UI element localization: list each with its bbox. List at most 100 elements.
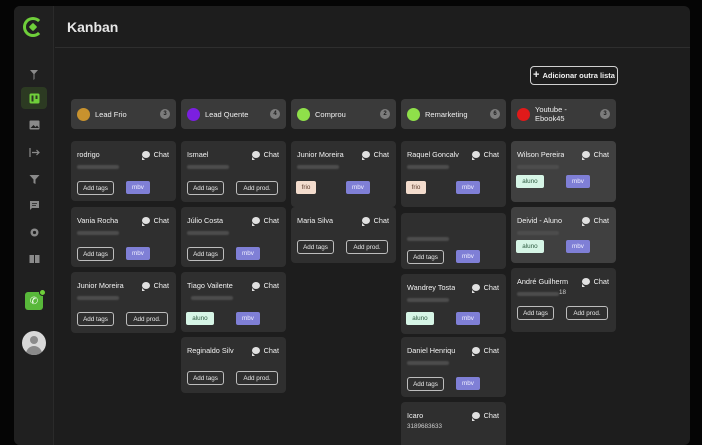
chat-button[interactable]: Chat — [581, 277, 609, 287]
tag-mbv[interactable]: mbv — [126, 247, 150, 260]
settings-icon[interactable] — [21, 221, 47, 243]
add-tags-button[interactable]: Add tags — [77, 247, 114, 261]
lead-phone-suffix: 18 — [559, 289, 567, 296]
phone-redacted — [407, 237, 449, 241]
chat-button[interactable]: Chat — [251, 281, 279, 291]
chat-button[interactable]: Chat — [471, 150, 499, 160]
lead-card[interactable]: Ismael Chat Add tags Add prod. — [181, 141, 286, 202]
image-icon[interactable] — [21, 114, 47, 136]
chat-button[interactable]: Chat — [471, 411, 499, 421]
chat-button[interactable]: Chat — [471, 346, 499, 356]
phone-redacted — [407, 298, 449, 302]
funnel-user-icon[interactable] — [21, 64, 47, 86]
add-tags-button[interactable]: Add tags — [297, 240, 334, 254]
add-tags-button[interactable]: Add tags — [187, 247, 224, 261]
chat-button[interactable]: Chat — [141, 216, 169, 226]
phone-redacted — [187, 231, 229, 235]
add-tags-button[interactable]: Add tags — [187, 181, 224, 195]
add-tags-button[interactable]: Add tags — [517, 306, 554, 320]
chat-button[interactable]: Chat — [141, 150, 169, 160]
lead-card[interactable]: rodrigo Chat Add tags mbv — [71, 141, 176, 201]
filter-icon[interactable] — [21, 168, 47, 190]
chat-icon — [251, 347, 260, 356]
add-tags-button[interactable]: Add tags — [77, 181, 114, 195]
add-list-button[interactable]: + Adicionar outra lista — [530, 66, 618, 85]
lead-card[interactable]: André Guilherm Chat 18 Add tags Add prod… — [511, 268, 616, 332]
lead-name: Maria Silva — [297, 216, 334, 225]
lead-card[interactable]: Tiago Vailente Chat aluno mbv — [181, 272, 286, 332]
logout-icon[interactable] — [21, 141, 47, 163]
lead-name: rodrigo — [77, 150, 100, 159]
lead-name: Junior Moreira — [77, 281, 124, 290]
column-header-youtube-ebook45[interactable]: Youtube - Ebook45 3 — [511, 99, 616, 129]
column-count-badge: 3 — [600, 109, 610, 119]
add-prod-button[interactable]: Add prod. — [566, 306, 608, 320]
tag-mbv[interactable]: mbv — [236, 247, 260, 260]
chat-button[interactable]: Chat — [141, 281, 169, 291]
message-icon[interactable] — [21, 194, 47, 216]
lead-card[interactable]: Junior Moreira Chat Add tags Add prod. — [71, 272, 176, 333]
lead-card[interactable]: Icaro Chat 3189683633 — [401, 402, 506, 445]
tag-mbv[interactable]: mbv — [236, 312, 260, 325]
chat-button[interactable]: Chat — [251, 346, 279, 356]
phone-redacted — [517, 231, 559, 235]
lead-card[interactable]: Júlio Costa Chat Add tags mbv — [181, 207, 286, 267]
tag-mbv[interactable]: mbv — [456, 312, 480, 325]
kanban-icon[interactable] — [21, 87, 47, 109]
lead-card[interactable]: Junior Moreira Chat frio mbv — [291, 141, 396, 207]
column-header-lead-quente[interactable]: Lead Quente 4 — [181, 99, 286, 129]
lead-card[interactable]: Reginaldo Silv Chat Add tags Add prod. — [181, 337, 286, 393]
tag-mbv[interactable]: mbv — [566, 175, 590, 188]
user-avatar[interactable] — [22, 331, 46, 355]
chat-button[interactable]: Chat — [361, 216, 389, 226]
tag-mbv[interactable]: mbv — [126, 181, 150, 194]
add-tags-button[interactable]: Add tags — [407, 250, 444, 264]
lead-card[interactable]: Add tags mbv — [401, 213, 506, 269]
tag-aluno[interactable]: aluno — [406, 312, 434, 325]
column-count-badge: 6 — [490, 109, 500, 119]
chat-button[interactable]: Chat — [581, 216, 609, 226]
column-color-dot — [407, 107, 420, 121]
chat-button[interactable]: Chat — [361, 150, 389, 160]
column-header-comprou[interactable]: Comprou 2 — [291, 99, 396, 129]
phone-redacted — [407, 361, 449, 365]
tag-mbv[interactable]: mbv — [346, 181, 370, 194]
chat-button[interactable]: Chat — [581, 150, 609, 160]
lead-card[interactable]: Wilson Pereira Chat aluno mbv — [511, 141, 616, 202]
whatsapp-icon[interactable]: ✆ — [25, 289, 46, 310]
tag-mbv[interactable]: mbv — [456, 181, 480, 194]
lead-card[interactable]: Deivid - Aluno Chat aluno mbv — [511, 207, 616, 263]
tag-aluno[interactable]: aluno — [186, 312, 214, 325]
add-prod-button[interactable]: Add prod. — [126, 312, 168, 326]
tag-aluno[interactable]: aluno — [516, 175, 544, 188]
lead-card[interactable]: Raquel Goncalv Chat frio mbv — [401, 141, 506, 207]
lead-card[interactable]: Vania Rocha Chat Add tags mbv — [71, 207, 176, 267]
app-window: ✆ Kanban + Adicionar outra lista Lead Fr… — [14, 6, 690, 445]
column-count-badge: 2 — [380, 109, 390, 119]
tag-mbv[interactable]: mbv — [566, 240, 590, 253]
tag-mbv[interactable]: mbv — [456, 377, 480, 390]
tag-mbv[interactable]: mbv — [456, 250, 480, 263]
add-tags-button[interactable]: Add tags — [407, 377, 444, 391]
tag-frio[interactable]: frio — [406, 181, 426, 194]
add-prod-button[interactable]: Add prod. — [236, 371, 278, 385]
app-logo[interactable] — [23, 17, 43, 37]
lead-card[interactable]: Wandrey Tosta Chat aluno mbv — [401, 274, 506, 334]
column-header-remarketing[interactable]: Remarketing 6 — [401, 99, 506, 129]
chat-button[interactable]: Chat — [471, 283, 499, 293]
column-header-lead-frio[interactable]: Lead Frio 3 — [71, 99, 176, 129]
add-prod-button[interactable]: Add prod. — [346, 240, 388, 254]
chat-button[interactable]: Chat — [251, 150, 279, 160]
add-tags-button[interactable]: Add tags — [77, 312, 114, 326]
add-tags-button[interactable]: Add tags — [187, 371, 224, 385]
tag-aluno[interactable]: aluno — [516, 240, 544, 253]
phone-redacted — [297, 165, 339, 169]
lead-card[interactable]: Daniel Henriqu Chat Add tags mbv — [401, 337, 506, 397]
tag-frio[interactable]: frio — [296, 181, 316, 194]
chat-icon — [141, 282, 150, 291]
lead-card[interactable]: Maria Silva Chat Add tags Add prod. — [291, 207, 396, 263]
chat-button[interactable]: Chat — [251, 216, 279, 226]
chat-icon — [141, 151, 150, 160]
book-icon[interactable] — [21, 248, 47, 270]
add-prod-button[interactable]: Add prod. — [236, 181, 278, 195]
